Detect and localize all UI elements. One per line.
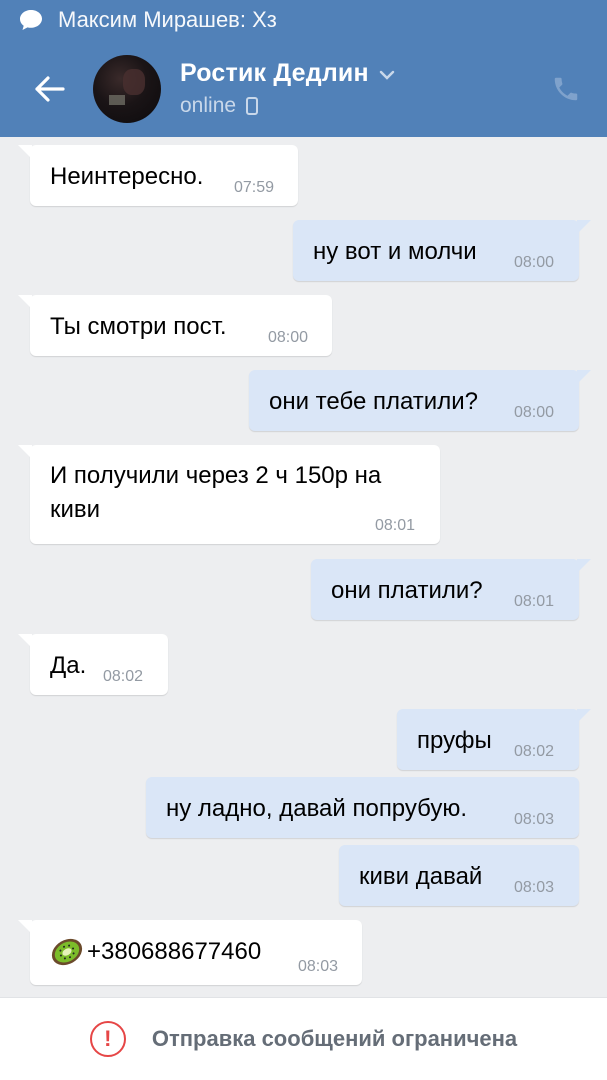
message-time: 08:03 [514,811,555,828]
contact-title[interactable]: Ростик Дедлин online [180,59,395,118]
phone-icon [554,77,578,101]
message-time: 08:02 [103,668,144,685]
restriction-banner: ! Отправка сообщений ограничена [0,997,607,1080]
online-status: online [180,94,237,117]
message-incoming[interactable]: +380688677460 08:03 [18,920,362,985]
message-time: 08:00 [514,404,555,421]
message-text: И получили через 2 ч 150р на киви [50,462,382,523]
message-time: 08:01 [514,593,555,610]
message-text: Ты смотри пост. [50,313,227,340]
notification-text: Максим Мирашев: Хз [58,7,277,32]
message-text: Да. [50,652,87,679]
message-time: 07:59 [234,179,275,196]
message-outgoing[interactable]: они платили? 08:01 [311,559,591,620]
back-button[interactable] [20,59,80,119]
mobile-icon [246,97,259,115]
message-incoming[interactable]: Неинтересно. 07:59 [18,145,298,206]
warning-icon: ! [89,1021,126,1057]
chat-header: Ростик Дедлин online [0,40,607,137]
message-outgoing[interactable]: киви давай 08:03 [339,845,579,906]
message-text: ну вот и молчи [313,238,477,265]
message-time: 08:02 [514,743,555,760]
message-time: 08:01 [375,517,416,534]
chevron-down-icon [379,70,395,80]
phone-number-link[interactable]: +380688677460 [87,938,261,966]
notification-bar[interactable]: Максим Мирашев: Хз [0,0,607,40]
avatar[interactable] [93,54,161,123]
kiwi-icon [50,935,84,974]
message-time: 08:00 [514,254,555,271]
message-text: они платили? [331,577,483,604]
contact-name[interactable]: Ростик Дедлин [180,59,369,88]
message-text: они тебе платили? [269,388,478,415]
message-time: 08:03 [514,879,555,896]
message-text: ну ладно, давай попрубую. [166,795,468,822]
message-time: 08:00 [268,329,309,346]
call-button[interactable] [549,72,583,106]
message-text: пруфы [417,727,492,754]
message-incoming[interactable]: Да. 08:02 [18,634,168,695]
message-outgoing[interactable]: они тебе платили? 08:00 [249,370,591,431]
message-outgoing[interactable]: ну вот и молчи 08:00 [293,220,591,281]
message-incoming[interactable]: И получили через 2 ч 150р на киви 08:01 [18,445,440,544]
message-text: киви давай [359,863,483,890]
message-outgoing[interactable]: ну ладно, давай попрубую. 08:03 [146,777,579,838]
restriction-text: Отправка сообщений ограничена [151,1026,518,1051]
message-incoming[interactable]: Ты смотри пост. 08:00 [18,295,332,356]
message-text: Неинтересно. [50,163,204,190]
message-outgoing[interactable]: пруфы 08:02 [397,709,591,770]
message-time: 08:03 [298,958,339,975]
arrow-left-icon [35,75,65,102]
chat-bubble-icon [18,7,44,33]
